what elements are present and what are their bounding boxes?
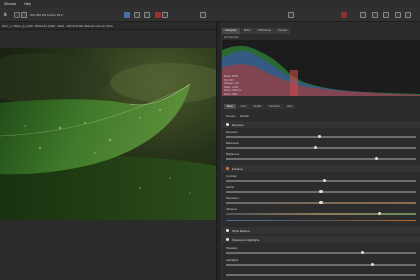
view-single-icon[interactable]	[124, 11, 130, 18]
section-enhance[interactable]: Enhance	[222, 165, 420, 172]
toolbar: ⋔ ISO 200 1/8 3.2mm f/4.0	[0, 8, 420, 22]
saturation-slider[interactable]	[226, 201, 416, 205]
slider-label: Exposure	[226, 130, 238, 134]
slider-label: Vibrance	[226, 207, 237, 211]
crop-icon[interactable]	[162, 11, 168, 18]
slider-label: Saturation	[226, 196, 239, 200]
section-title: Exposure	[232, 122, 244, 127]
section-toggle-icon[interactable]	[226, 229, 229, 232]
warning-icon[interactable]	[155, 11, 161, 18]
tooltab-details[interactable]: Details	[250, 104, 265, 109]
section-shadows-highlights[interactable]: Shadows & Highlights	[222, 236, 420, 243]
tool-tabs: Basic Color Details Transform Raw	[224, 104, 296, 109]
slider-knob[interactable]	[313, 146, 317, 150]
blackpoint-slider[interactable]	[226, 146, 416, 150]
viewer-top-margin	[0, 30, 216, 48]
tab-histogram[interactable]: Histogram	[222, 28, 240, 34]
section-exposure[interactable]: Exposure	[222, 121, 420, 128]
section-title: Shadows & Highlights	[232, 237, 260, 242]
slider-knob[interactable]	[319, 190, 323, 194]
slider-label: Clarity	[226, 185, 234, 189]
slider-label: Blackpoint	[226, 141, 239, 145]
slider-knob[interactable]	[378, 212, 382, 216]
info-line: Zoom: 25%	[224, 92, 238, 96]
photo-preview[interactable]	[0, 48, 216, 220]
slider-knob[interactable]	[361, 251, 365, 255]
menu-help[interactable]: Help	[24, 2, 31, 6]
tab-preview[interactable]: Preview	[275, 28, 291, 34]
tooltab-raw[interactable]: Raw	[284, 104, 296, 109]
slider-knob[interactable]	[319, 201, 323, 205]
view-split-icon[interactable]	[134, 11, 140, 18]
tool-a-icon[interactable]	[372, 11, 378, 18]
rotate-icon[interactable]	[200, 11, 206, 18]
before-after-icon[interactable]	[360, 11, 366, 18]
slider-label: Brightness	[226, 152, 240, 156]
highlights-slider[interactable]	[226, 263, 416, 267]
shadows-slider[interactable]	[226, 251, 416, 255]
compare-icon[interactable]	[21, 11, 27, 18]
slider-knob[interactable]	[374, 157, 378, 161]
tool-d-icon[interactable]	[405, 11, 411, 18]
presets-label[interactable]: Presets	[226, 114, 235, 118]
section-title: White Balance	[232, 228, 251, 233]
vibrance-slider[interactable]	[226, 212, 416, 216]
tab-filebrowser[interactable]: Filebrowser	[254, 28, 275, 34]
extra-slider[interactable]	[226, 274, 416, 276]
histogram	[222, 40, 420, 96]
grid-toggle-icon[interactable]	[288, 11, 294, 18]
menu-window[interactable]: Window	[4, 2, 16, 6]
slider-label: Contrast	[226, 174, 237, 178]
histogram-channel-label[interactable]: All Channels	[224, 36, 239, 39]
panel-tabs: Histogram Editor Filebrowser Preview	[222, 28, 291, 34]
tab-editor[interactable]: Editor	[240, 28, 254, 34]
tooltab-transform[interactable]: Transform	[265, 104, 284, 109]
file-path: DSC_1 / 400px_(H_DSP / 9000-F13 (F4M) - …	[2, 23, 113, 28]
section-title: Enhance	[232, 166, 244, 171]
file-path-bar: DSC_1 / 400px_(H_DSP / 9000-F13 (F4M) - …	[0, 22, 216, 30]
exif-info: ISO 200 1/8 3.2mm f/4.0	[30, 12, 63, 17]
grid-icon[interactable]	[14, 11, 20, 18]
section-toggle-icon[interactable]	[226, 238, 229, 241]
section-toggle-icon[interactable]	[226, 167, 229, 170]
tool-b-icon[interactable]	[383, 11, 389, 18]
tooltab-basic[interactable]: Basic	[224, 104, 237, 109]
share-icon[interactable]: ⋔	[3, 11, 7, 18]
exposure-slider[interactable]	[226, 135, 416, 139]
tooltab-color[interactable]: Color	[237, 104, 250, 109]
clarity-slider[interactable]	[226, 190, 416, 194]
view-grid-icon[interactable]	[144, 11, 150, 18]
section-toggle-icon[interactable]	[226, 123, 229, 126]
clip-warning-icon[interactable]	[341, 11, 347, 18]
slider-knob[interactable]	[323, 179, 327, 183]
slider-label: Shadows	[226, 246, 238, 250]
histogram-graph	[222, 45, 420, 96]
menubar: Window Help	[0, 0, 420, 8]
section-white-balance[interactable]: White Balance	[222, 227, 420, 234]
slider-knob[interactable]	[317, 135, 321, 139]
slider-label: Highlights	[226, 258, 239, 262]
slider-knob[interactable]	[370, 263, 374, 267]
contrast-slider[interactable]	[226, 179, 416, 183]
leaf-photo	[0, 48, 216, 220]
temperature-slider[interactable]	[226, 220, 416, 222]
tool-c-icon[interactable]	[395, 11, 401, 18]
histogram-info: Mode: RGB ISO 200 Sharpen: 0% Ratio: 1:1…	[224, 75, 241, 97]
presets-default[interactable]: Default	[240, 114, 249, 118]
brightness-slider[interactable]	[226, 157, 416, 161]
right-panel: Histogram Editor Filebrowser Preview All…	[222, 22, 420, 280]
viewer-bottom-margin	[0, 220, 216, 280]
